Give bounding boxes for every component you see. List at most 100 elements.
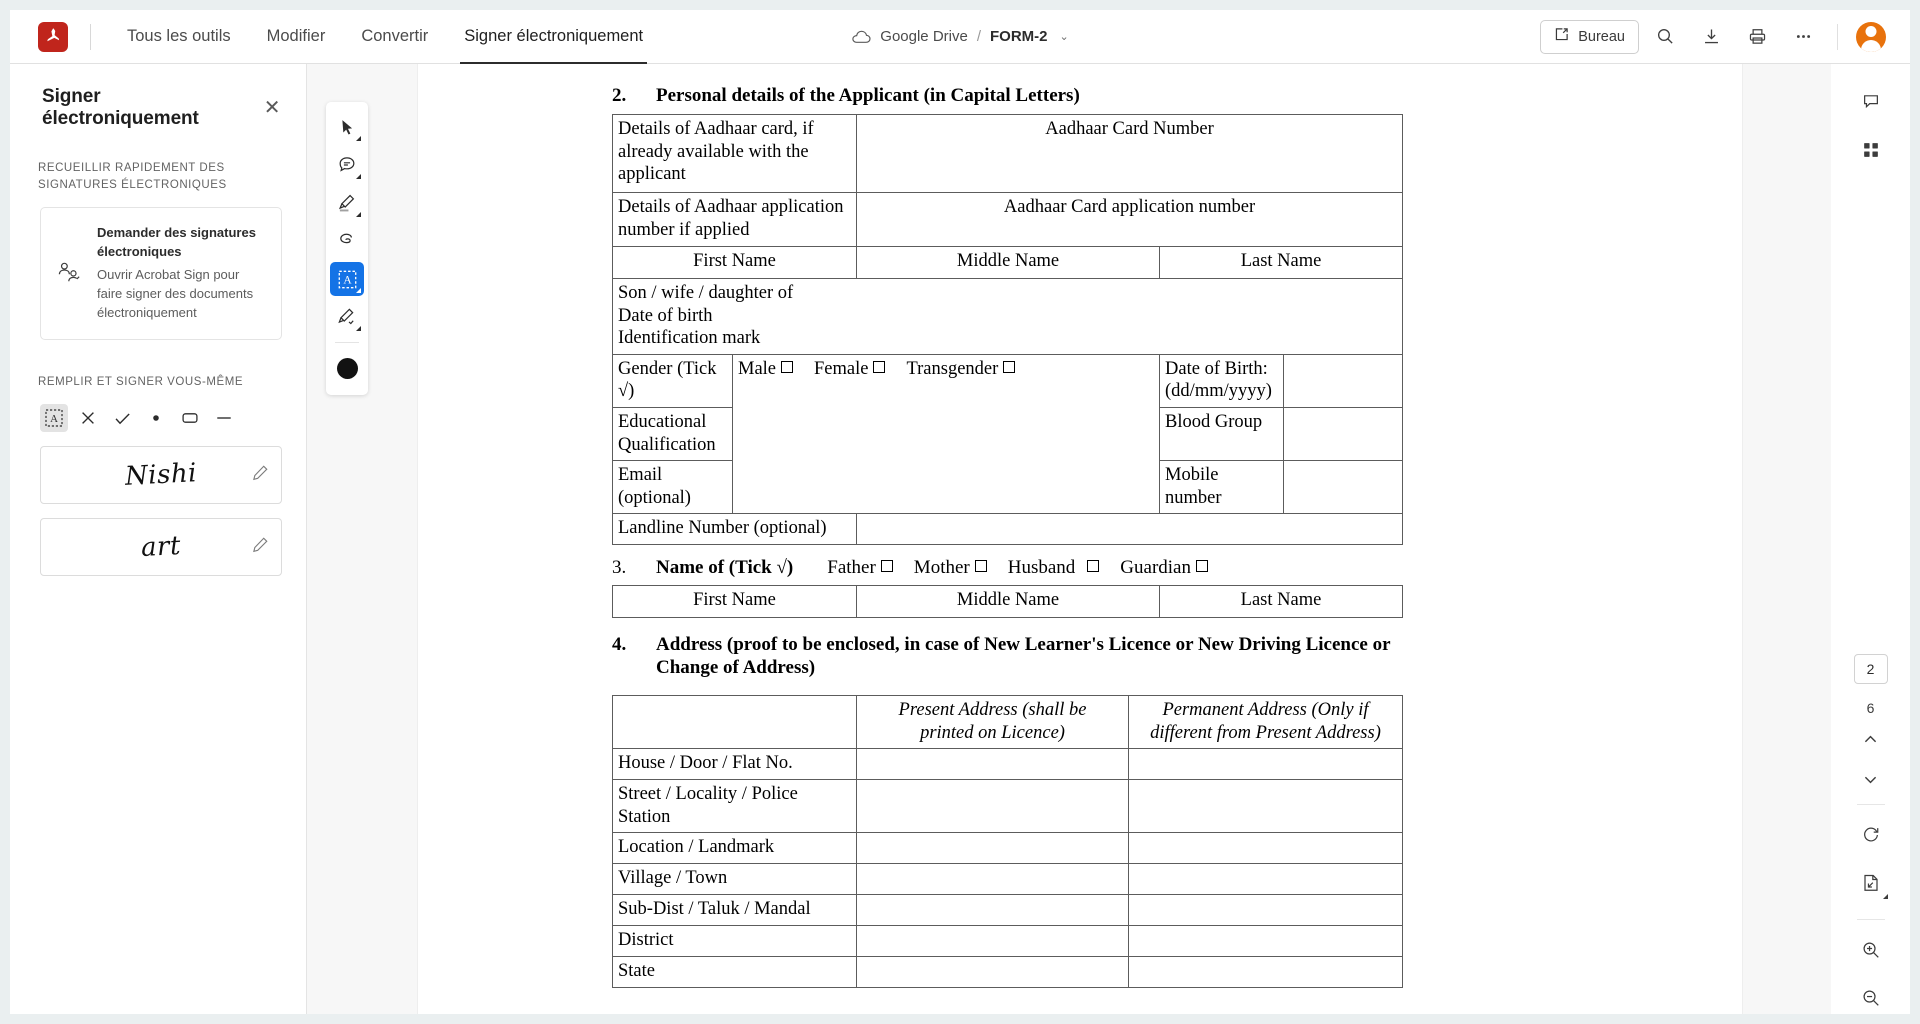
checkbox-female[interactable] bbox=[873, 360, 886, 373]
request-signatures-card[interactable]: Demander des signatures électroniques Ou… bbox=[40, 207, 282, 340]
menu-item-edit[interactable]: Modifier bbox=[249, 10, 344, 64]
address-present-cell[interactable] bbox=[856, 863, 1129, 896]
checkbox-transgender[interactable] bbox=[1003, 360, 1016, 373]
color-swatch bbox=[336, 357, 358, 379]
aadhaar-app-value-cell[interactable]: Aadhaar Card application number bbox=[856, 192, 1404, 248]
address-permanent-cell[interactable] bbox=[1128, 779, 1403, 834]
zoom-in-icon[interactable] bbox=[1851, 930, 1891, 970]
fit-page-icon[interactable] bbox=[1851, 863, 1891, 903]
user-avatar[interactable] bbox=[1856, 21, 1886, 52]
table-row: Son / wife / daughter of Date of birth I… bbox=[611, 278, 1404, 355]
signature-tool[interactable] bbox=[330, 300, 364, 334]
address-present-cell[interactable] bbox=[856, 832, 1129, 865]
checkbox-guardian[interactable] bbox=[1196, 559, 1208, 572]
chevron-down-icon[interactable]: ⌄ bbox=[1060, 30, 1069, 43]
more-options-icon[interactable] bbox=[1783, 17, 1823, 57]
close-icon[interactable]: ✕ bbox=[260, 96, 284, 120]
dob-value-cell[interactable] bbox=[1283, 353, 1404, 408]
card-text: Demander des signatures électroniques Ou… bbox=[97, 224, 267, 322]
gender-label-transgender: Transgender bbox=[906, 358, 999, 379]
zoom-out-icon[interactable] bbox=[1851, 978, 1891, 1018]
address-present-cell[interactable] bbox=[856, 894, 1129, 927]
rounded-rect-tool[interactable] bbox=[176, 404, 204, 432]
cross-mark-tool[interactable] bbox=[74, 404, 102, 432]
pencil-icon[interactable] bbox=[252, 464, 269, 486]
gender-option-male[interactable]: Male bbox=[738, 359, 796, 379]
checkbox-male[interactable] bbox=[781, 360, 794, 373]
middle-name-header: Middle Name bbox=[856, 584, 1160, 618]
address-permanent-cell[interactable] bbox=[1128, 956, 1403, 989]
check-mark-tool[interactable] bbox=[108, 404, 136, 432]
menu-item-convert[interactable]: Convertir bbox=[343, 10, 446, 64]
checkbox-father[interactable] bbox=[880, 559, 893, 572]
menu-item-all-tools[interactable]: Tous les outils bbox=[109, 10, 249, 64]
section-title: Name of (Tick √) bbox=[656, 556, 794, 578]
gender-option-female[interactable]: Female bbox=[814, 359, 888, 379]
address-permanent-cell[interactable] bbox=[1128, 925, 1403, 958]
permanent-address-header: Permanent Address (Only if different fro… bbox=[1128, 695, 1403, 750]
landline-value-cell[interactable] bbox=[856, 513, 1404, 545]
top-right-actions: Bureau bbox=[1540, 17, 1886, 57]
color-swatch-button[interactable] bbox=[330, 351, 364, 385]
address-permanent-cell[interactable] bbox=[1128, 748, 1403, 781]
comment-tool[interactable] bbox=[330, 148, 364, 182]
name-option-father[interactable]: Father bbox=[827, 557, 896, 578]
saved-signature-2[interactable]: art bbox=[40, 518, 282, 577]
select-tool[interactable] bbox=[330, 110, 364, 144]
pencil-icon[interactable] bbox=[252, 536, 269, 558]
breadcrumb-filename: FORM-2 bbox=[990, 28, 1048, 45]
blood-group-value-cell[interactable] bbox=[1283, 406, 1404, 462]
personal-details-table: Details of Aadhaar card, if already avai… bbox=[611, 114, 1404, 545]
add-text-tool[interactable]: A bbox=[40, 404, 68, 433]
next-page-button[interactable] bbox=[1851, 762, 1891, 796]
bureau-button[interactable]: Bureau bbox=[1540, 19, 1639, 54]
add-text-box-tool[interactable]: A bbox=[330, 262, 364, 296]
dropdown-corner-icon bbox=[356, 288, 361, 293]
address-permanent-cell[interactable] bbox=[1128, 832, 1403, 865]
address-permanent-cell[interactable] bbox=[1128, 894, 1403, 927]
address-present-cell[interactable] bbox=[856, 956, 1129, 989]
address-row-label: Location / Landmark bbox=[612, 832, 857, 865]
checkbox-mother[interactable] bbox=[974, 559, 987, 572]
mobile-value-cell[interactable] bbox=[1283, 460, 1404, 515]
previous-page-button[interactable] bbox=[1851, 722, 1891, 756]
address-row-label: State bbox=[612, 956, 857, 989]
print-icon[interactable] bbox=[1737, 17, 1777, 57]
table-row: Sub-Dist / Taluk / Mandal bbox=[612, 894, 1403, 927]
relation-details-cell[interactable]: Son / wife / daughter of Date of birth I… bbox=[611, 278, 1404, 355]
rotate-clockwise-icon[interactable] bbox=[1851, 815, 1891, 855]
line-tool[interactable] bbox=[210, 404, 238, 432]
saved-signature-1[interactable]: Nishi bbox=[40, 446, 282, 505]
breadcrumb-storage[interactable]: Google Drive bbox=[880, 28, 968, 45]
table-row: District bbox=[612, 925, 1403, 958]
name-option-husband[interactable]: Husband bbox=[1008, 557, 1103, 578]
address-present-cell[interactable] bbox=[856, 748, 1129, 781]
section-3-options: Father Mother Husband Guardian bbox=[827, 557, 1229, 579]
gender-option-transgender[interactable]: Transgender bbox=[906, 359, 1018, 379]
search-icon[interactable] bbox=[1645, 17, 1685, 57]
comments-panel-icon[interactable] bbox=[1851, 82, 1891, 122]
dot-tool[interactable] bbox=[142, 404, 170, 432]
aadhaar-value-cell[interactable]: Aadhaar Card Number bbox=[856, 114, 1404, 194]
address-present-cell[interactable] bbox=[856, 925, 1129, 958]
address-header-blank bbox=[612, 695, 857, 750]
option-label-guardian: Guardian bbox=[1120, 556, 1191, 578]
address-permanent-cell[interactable] bbox=[1128, 863, 1403, 896]
page-thumbnails-icon[interactable] bbox=[1851, 130, 1891, 170]
document-viewport[interactable]: 2. Personal details of the Applicant (in… bbox=[307, 64, 1831, 1014]
address-present-cell[interactable] bbox=[856, 779, 1129, 834]
menu-item-e-sign[interactable]: Signer électroniquement bbox=[446, 10, 661, 64]
highlight-tool[interactable] bbox=[330, 186, 364, 220]
breadcrumb: Google Drive / FORM-2 ⌄ bbox=[851, 28, 1069, 45]
lasso-draw-tool[interactable] bbox=[330, 224, 364, 258]
current-page-input[interactable]: 2 bbox=[1853, 654, 1888, 684]
address-table: Present Address (shall be printed on Lic… bbox=[612, 695, 1403, 989]
name-option-guardian[interactable]: Guardian bbox=[1120, 557, 1211, 578]
gender-label-cell: Gender (Tick √) bbox=[612, 353, 733, 408]
adobe-acrobat-logo[interactable] bbox=[38, 21, 68, 52]
download-icon[interactable] bbox=[1691, 17, 1731, 57]
name-option-mother[interactable]: Mother bbox=[914, 557, 990, 578]
checkbox-husband[interactable] bbox=[1087, 559, 1100, 572]
section-4-heading: 4. Address (proof to be enclosed, in cas… bbox=[612, 633, 1402, 679]
gender-options-cell[interactable]: Male Female Transgender bbox=[731, 353, 1161, 515]
